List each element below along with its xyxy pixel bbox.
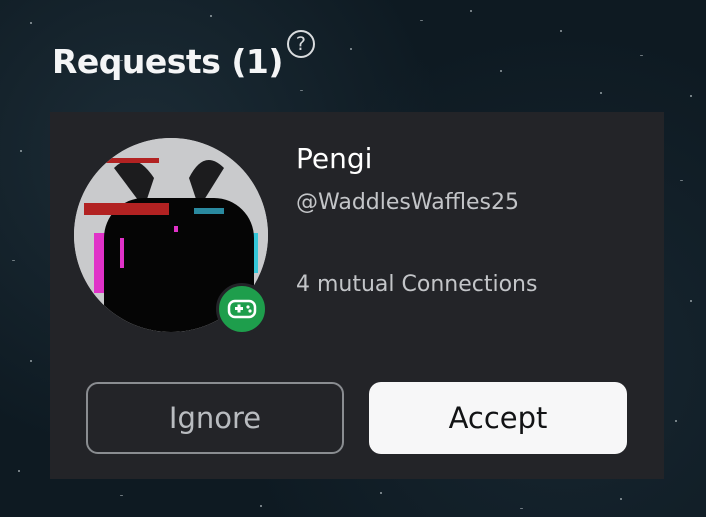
gamepad-icon (216, 283, 268, 335)
ignore-button[interactable]: Ignore (86, 382, 344, 454)
requests-title: Requests (1) (52, 42, 283, 81)
mutual-connections[interactable]: 4 mutual Connections (296, 272, 537, 297)
friend-request-card: Pengi @WaddlesWaffles25 4 mutual Connect… (50, 112, 664, 479)
requests-header: Requests (1) ? (52, 30, 315, 84)
question-circle-icon[interactable]: ? (286, 30, 315, 58)
username: @WaddlesWaffles25 (296, 190, 519, 215)
display-name[interactable]: Pengi (296, 142, 372, 175)
accept-button[interactable]: Accept (369, 382, 627, 454)
avatar-container[interactable] (74, 138, 268, 335)
